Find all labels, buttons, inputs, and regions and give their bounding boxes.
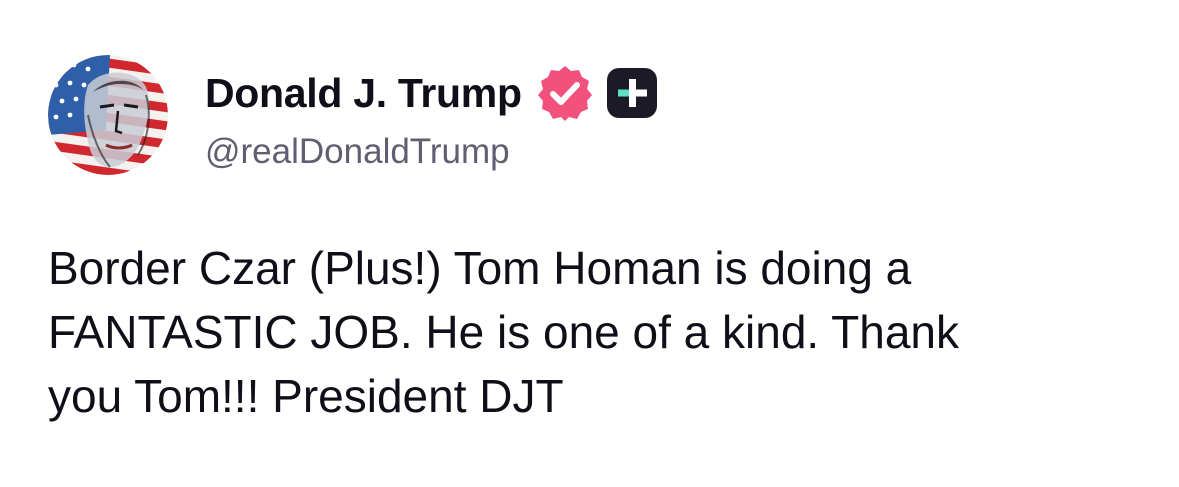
flag-portrait-icon xyxy=(48,55,168,175)
post-body-line: Border Czar (Plus!) Tom Homan is doing a xyxy=(48,242,912,294)
verified-badge-icon xyxy=(536,64,594,122)
post-body: Border Czar (Plus!) Tom Homan is doing a… xyxy=(48,236,1148,428)
display-name[interactable]: Donald J. Trump xyxy=(205,70,522,117)
avatar[interactable] xyxy=(48,55,168,175)
truth-plus-icon[interactable] xyxy=(606,67,658,119)
name-row: Donald J. Trump xyxy=(205,62,658,124)
post-body-line: FANTASTIC JOB. He is one of a kind. Than… xyxy=(48,306,959,358)
post-header: Donald J. Trump @realDonaldTrump xyxy=(205,62,658,172)
user-handle[interactable]: @realDonaldTrump xyxy=(205,132,658,172)
post-body-line: you Tom!!! President DJT xyxy=(48,370,564,422)
post-card: Donald J. Trump @realDonaldTrump Border … xyxy=(0,0,1179,487)
